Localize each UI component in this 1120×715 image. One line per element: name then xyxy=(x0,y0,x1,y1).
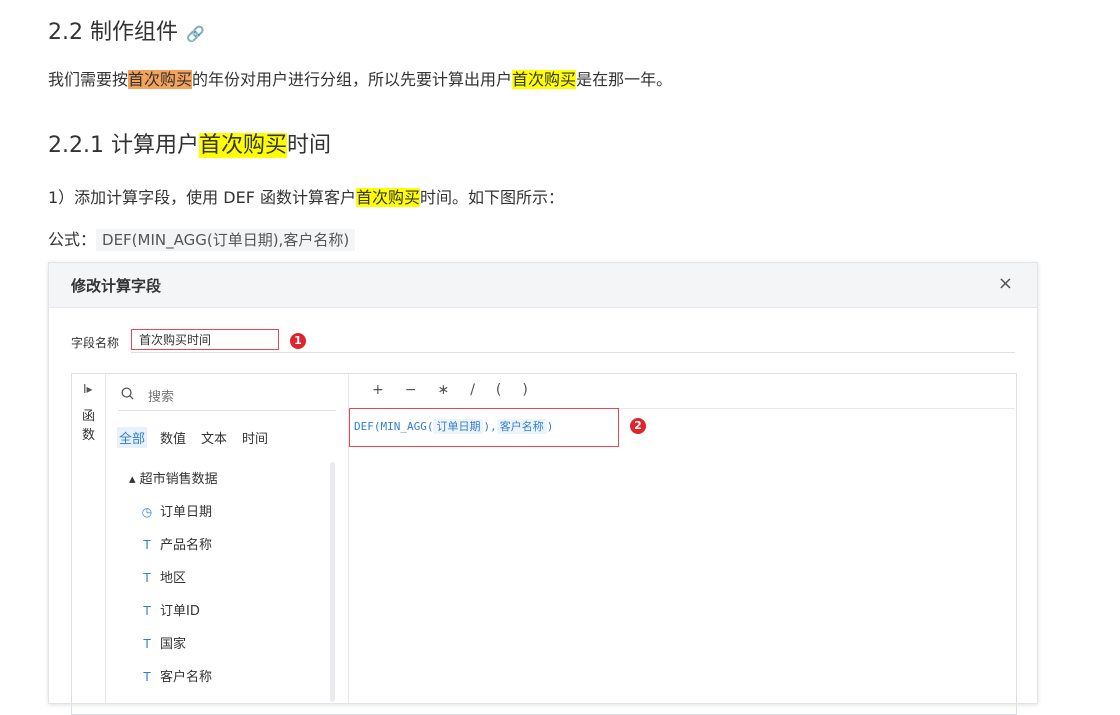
function-rail: I▸ 函数 xyxy=(72,374,106,704)
annotation-badge-2: 2 xyxy=(630,418,646,434)
formula-code: DEF(MIN_AGG(订单日期),客户名称) xyxy=(96,229,356,251)
field-label: 订单日期 xyxy=(160,505,213,520)
close-icon[interactable]: × xyxy=(998,273,1013,294)
tab-time[interactable]: 时间 xyxy=(240,427,270,448)
edit-calculated-field-dialog: 修改计算字段 × 字段名称 首次购买时间 1 I▸ 函数 全部 数值 文本 时间… xyxy=(48,262,1038,715)
section-heading-text: 2.2 制作组件 xyxy=(48,20,178,45)
divider xyxy=(131,352,1015,353)
expand-arrow-icon[interactable]: I▸ xyxy=(83,382,93,396)
search-icon xyxy=(121,387,134,400)
field-list-panel: 全部 数值 文本 时间 ▴ 超市销售数据 ◷ 订单日期 T 产品名称 T 地区 T 订单… xyxy=(106,374,349,704)
field-name-input[interactable]: 首次购买时间 xyxy=(131,329,279,350)
field-label: 订单ID xyxy=(160,604,200,619)
field-label: 客户名称 xyxy=(160,670,213,685)
tab-all[interactable]: 全部 xyxy=(117,427,148,448)
formula-field-token[interactable]: 客户名称 xyxy=(496,419,547,434)
intro-text-post: 是在那一年。 xyxy=(576,70,673,89)
scrollbar[interactable] xyxy=(330,462,335,702)
close-paren-button[interactable]: ) xyxy=(522,382,527,398)
tab-number[interactable]: 数值 xyxy=(158,427,188,448)
open-paren-button[interactable]: ( xyxy=(496,382,501,398)
formula-separator: ), xyxy=(483,420,497,433)
field-label: 国家 xyxy=(160,637,187,652)
text-type-icon: T xyxy=(143,604,151,618)
highlight-first-purchase: 首次购买 xyxy=(128,70,193,89)
section-heading: 2.2 制作组件 🔗 xyxy=(48,14,205,46)
link-icon[interactable]: 🔗 xyxy=(186,25,205,43)
intro-text-mid: 的年份对用户进行分组，所以先要计算出用户 xyxy=(192,70,513,89)
minus-button[interactable]: − xyxy=(405,382,417,398)
list-item[interactable]: T 产品名称 xyxy=(140,534,212,553)
search-input[interactable] xyxy=(146,389,300,406)
dialog-header: 修改计算字段 × xyxy=(49,263,1037,308)
multiply-button[interactable]: ∗ xyxy=(437,382,449,398)
function-rail-label[interactable]: 函数 xyxy=(82,407,96,445)
formula-editor: I▸ 函数 全部 数值 文本 时间 ▴ 超市销售数据 ◷ 订单日期 T 产品名称 T… xyxy=(71,373,1017,715)
subsection-heading-pre: 2.2.1 计算用户 xyxy=(48,133,199,158)
tab-text[interactable]: 文本 xyxy=(199,427,229,448)
text-type-icon: T xyxy=(143,637,151,651)
formula-prefix: DEF(MIN_AGG( xyxy=(354,420,434,433)
divider xyxy=(118,410,336,411)
step-text-post: 时间。如下图所示： xyxy=(420,188,565,207)
field-label: 地区 xyxy=(160,571,187,586)
list-item[interactable]: T 客户名称 xyxy=(140,666,212,685)
formula-field-token[interactable]: 订单日期 xyxy=(433,419,484,434)
highlight-first-purchase: 首次购买 xyxy=(356,188,421,207)
step-paragraph: 1）添加计算字段，使用 DEF 函数计算客户首次购买时间。如下图所示： xyxy=(48,184,564,208)
annotation-badge-1: 1 xyxy=(290,333,306,349)
intro-paragraph: 我们需要按首次购买的年份对用户进行分组，所以先要计算出用户首次购买是在那一年。 xyxy=(48,66,672,90)
divide-button[interactable]: / xyxy=(470,382,475,398)
list-item[interactable]: ◷ 订单日期 xyxy=(140,501,212,520)
clock-icon: ◷ xyxy=(141,505,153,519)
intro-text-pre: 我们需要按 xyxy=(48,70,129,89)
list-item[interactable]: T 订单ID xyxy=(140,600,200,619)
text-type-icon: T xyxy=(143,538,151,552)
formula-label: 公式： xyxy=(48,230,97,249)
tree-root-dataset[interactable]: ▴ 超市销售数据 xyxy=(129,468,218,487)
operator-toolbar: + − ∗ / () xyxy=(372,382,549,398)
list-item[interactable]: T 国家 xyxy=(140,633,186,652)
plus-button[interactable]: + xyxy=(372,382,384,398)
text-type-icon: T xyxy=(143,571,151,585)
subsection-heading-post: 时间 xyxy=(287,133,332,158)
field-label: 产品名称 xyxy=(160,538,213,553)
highlight-first-purchase: 首次购买 xyxy=(512,70,577,89)
dialog-title: 修改计算字段 xyxy=(71,277,162,295)
list-item[interactable]: T 地区 xyxy=(140,567,186,586)
step-text-pre: 1）添加计算字段，使用 DEF 函数计算客户 xyxy=(48,188,356,207)
formula-editor-text[interactable]: DEF(MIN_AGG(订单日期), 客户名称) xyxy=(354,418,553,434)
text-type-icon: T xyxy=(143,670,151,684)
formula-paragraph: 公式： DEF(MIN_AGG(订单日期),客户名称) xyxy=(48,226,356,251)
highlight-first-purchase: 首次购买 xyxy=(198,133,287,158)
subsection-heading: 2.2.1 计算用户首次购买时间 xyxy=(48,127,331,159)
formula-suffix: ) xyxy=(546,420,554,433)
field-name-label: 字段名称 xyxy=(71,336,120,350)
